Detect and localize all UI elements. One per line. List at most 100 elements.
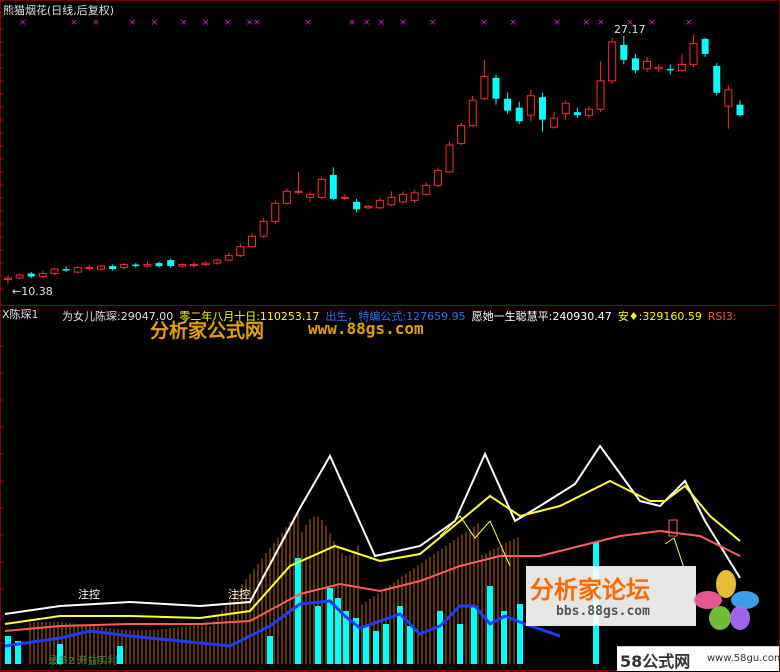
candle-body xyxy=(399,193,408,203)
candle-body xyxy=(353,201,361,210)
candle-body xyxy=(433,169,442,186)
candle xyxy=(608,37,617,84)
signal-marker: × xyxy=(253,18,261,28)
candle-body xyxy=(15,274,24,279)
candle xyxy=(643,56,652,72)
candle-body xyxy=(387,196,396,206)
candle xyxy=(282,188,291,205)
legend-item: RSI3: xyxy=(707,310,737,323)
candle-body xyxy=(480,75,489,100)
candle xyxy=(724,85,733,129)
signal-marker: × xyxy=(348,18,356,28)
candle-body xyxy=(271,202,280,222)
legend-item: 愿她一生聪慧平:240930.47 xyxy=(471,310,612,323)
candle-body xyxy=(109,266,117,270)
candle-body xyxy=(631,58,639,71)
signal-marker: × xyxy=(480,18,488,28)
signal-marker: × xyxy=(509,18,517,28)
candle xyxy=(259,218,268,238)
candle-body xyxy=(213,259,222,264)
candle-body xyxy=(596,80,605,110)
candle-body xyxy=(96,265,105,270)
candle xyxy=(375,197,384,210)
candle-body xyxy=(73,267,82,273)
signal-marker: × xyxy=(597,18,605,28)
volume-bar xyxy=(327,588,333,664)
candle-body xyxy=(736,104,744,116)
candle-body xyxy=(677,63,686,71)
candle xyxy=(713,62,721,96)
candlestick-chart[interactable]: × × × × × × × × × × × × × × × × × × × × × × × × xyxy=(0,0,778,303)
volume-bar xyxy=(363,626,369,664)
candle xyxy=(73,266,82,274)
signal-marker: × xyxy=(202,18,210,28)
candle xyxy=(96,264,105,271)
signal-marker: × xyxy=(151,18,159,28)
signal-marker: × xyxy=(648,18,656,28)
candle-body xyxy=(422,184,431,195)
candle xyxy=(515,101,523,125)
price-pane[interactable]: × × × × × × × × × × × × × × × × × × × × × × × × 熊猫烟花(日线,后复权) 27… xyxy=(0,0,778,303)
candle xyxy=(666,64,674,75)
legend-item: 安♦:329160.59 xyxy=(617,310,702,323)
candle xyxy=(167,258,175,268)
candle xyxy=(550,112,559,129)
candle xyxy=(736,100,744,117)
candle-body xyxy=(259,220,268,237)
candle xyxy=(224,252,233,262)
chart-title: 熊猫烟花(日线,后复权) xyxy=(3,4,115,17)
candle-body xyxy=(538,97,546,120)
flower-logo xyxy=(694,570,759,630)
candle-body xyxy=(189,264,198,267)
candle xyxy=(271,200,280,225)
candle xyxy=(701,37,709,57)
candle-body xyxy=(201,262,210,266)
candle-body xyxy=(584,108,593,116)
candle xyxy=(50,267,59,276)
candle-body xyxy=(573,112,581,116)
annotation-label: 注控 xyxy=(78,588,100,601)
candle-body xyxy=(282,190,291,204)
candle xyxy=(631,53,639,74)
candle-body xyxy=(143,264,152,267)
volume-bar xyxy=(373,631,379,664)
candle-body xyxy=(38,273,47,278)
candle xyxy=(677,53,686,72)
candle-body xyxy=(120,264,129,269)
candle xyxy=(526,89,535,122)
candle-body xyxy=(306,193,315,198)
signal-marker: × xyxy=(304,18,312,28)
candle xyxy=(178,263,187,268)
candle-body xyxy=(445,144,454,173)
candle xyxy=(433,167,442,187)
candle-body xyxy=(178,264,187,267)
candle-body xyxy=(608,41,617,82)
candle-body xyxy=(526,95,535,116)
signal-marker: × xyxy=(583,18,591,28)
volume-bar xyxy=(295,558,301,664)
candle-body xyxy=(410,192,419,201)
candle-body xyxy=(515,107,523,122)
candle-body xyxy=(50,268,59,275)
indicator-line-thin xyxy=(664,537,685,569)
candle-body xyxy=(504,98,512,111)
candle-body xyxy=(364,205,373,209)
candle xyxy=(538,92,546,132)
volume-bar xyxy=(457,624,463,664)
signal-marker: × xyxy=(363,18,371,28)
candle-body xyxy=(654,66,663,70)
candle xyxy=(120,263,129,270)
corner-url: www.58gu.com xyxy=(707,653,780,664)
indicator-name: X陈琛1 xyxy=(2,308,39,321)
candle xyxy=(27,272,35,279)
candle-body xyxy=(666,68,674,71)
candle-body xyxy=(62,269,70,271)
candle-body xyxy=(689,42,698,65)
forum-brand: 分析家论坛 xyxy=(530,576,650,604)
signal-marker: × xyxy=(553,18,561,28)
candle-body xyxy=(375,199,384,209)
candle-body xyxy=(27,273,35,277)
candle xyxy=(340,194,349,201)
candle xyxy=(329,167,337,201)
candle xyxy=(317,176,326,199)
